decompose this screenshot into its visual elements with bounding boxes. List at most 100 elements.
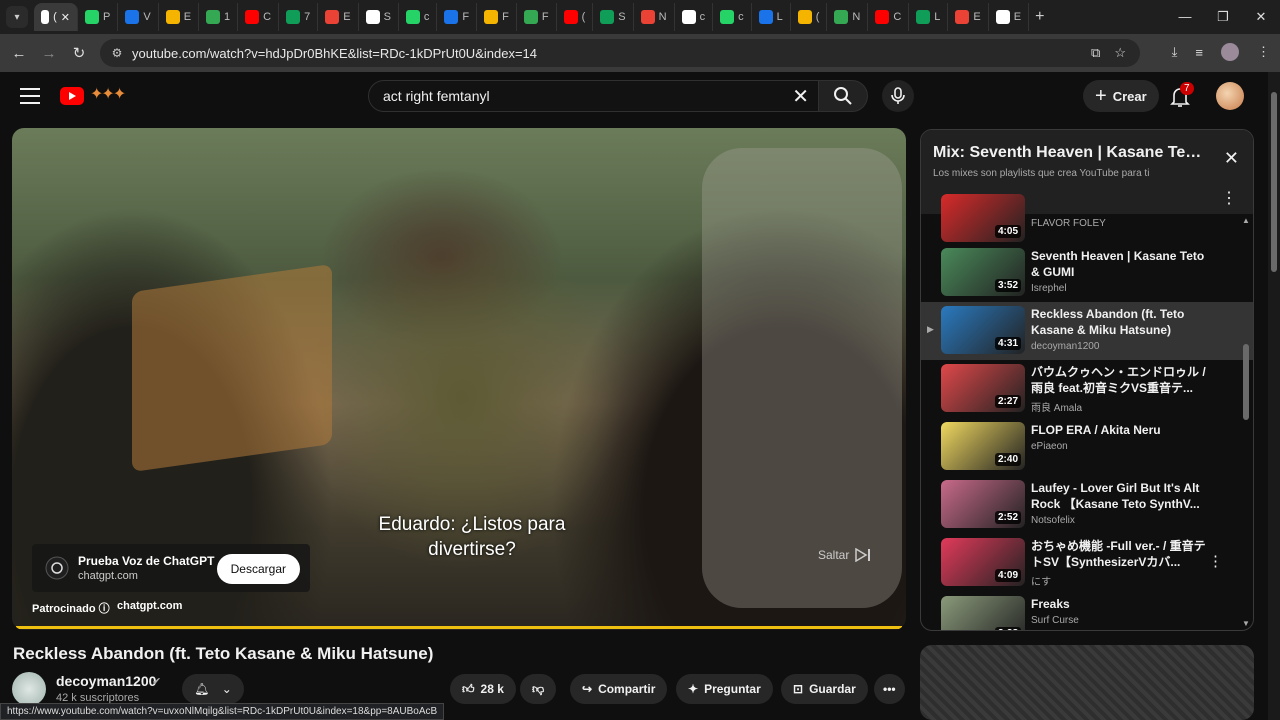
- youtube-logo[interactable]: [60, 87, 84, 105]
- browser-tab[interactable]: N: [827, 3, 869, 31]
- hamburger-menu-icon[interactable]: [20, 88, 40, 104]
- bookmark-star-icon[interactable]: ☆: [1114, 45, 1126, 61]
- playlist-item[interactable]: 4:31 Reckless Abandon (ft. Teto Kasane & …: [921, 302, 1253, 360]
- skip-ad-button[interactable]: Saltar: [818, 548, 871, 562]
- sponsored-domain[interactable]: chatgpt.com: [117, 600, 182, 612]
- playlist-item-channel[interactable]: FLAVOR FOLEY: [1031, 218, 1211, 229]
- search-button[interactable]: [818, 80, 868, 112]
- playlist-item[interactable]: 4:09 おちゃめ機能 -Full ver.- / 重音テトSV【Synthesi…: [921, 534, 1253, 592]
- page-scroll-thumb[interactable]: [1271, 92, 1277, 272]
- playlist-item-channel[interactable]: Isrephel: [1031, 283, 1211, 294]
- like-button[interactable]: 👍︎ 28 k: [450, 674, 516, 704]
- playlist-more-icon[interactable]: ⋮: [1221, 188, 1237, 208]
- playlist-item-thumbnail[interactable]: 4:31: [941, 306, 1025, 354]
- minimize-button[interactable]: —: [1166, 0, 1204, 34]
- forward-button[interactable]: →: [34, 45, 64, 62]
- account-avatar[interactable]: [1216, 82, 1244, 110]
- dislike-button[interactable]: 👎︎: [520, 674, 557, 704]
- close-playlist-icon[interactable]: ✕: [1224, 148, 1239, 169]
- playlist-item[interactable]: 2:52 Laufey - Lover Girl But It's Alt Roc…: [921, 476, 1253, 534]
- browser-tab[interactable]: E: [159, 3, 200, 31]
- maximize-button[interactable]: ❐: [1204, 0, 1242, 34]
- ask-button[interactable]: ✦ Preguntar: [676, 674, 773, 704]
- playlist-item[interactable]: 3:52 Seventh Heaven | Kasane Teto & GUMI I…: [921, 244, 1253, 302]
- create-button[interactable]: + Crear: [1083, 80, 1159, 112]
- playlist-item-title[interactable]: Laufey - Lover Girl But It's Alt Rock 【K…: [1031, 480, 1211, 512]
- subscription-bell-button[interactable]: 🔔︎ ⌄: [182, 674, 244, 704]
- url-text[interactable]: youtube.com/watch?v=hdJpDr0BhKE&list=RDc…: [132, 46, 537, 61]
- ad-overlay[interactable]: Prueba Voz de ChatGPT chatgpt.com Descar…: [32, 544, 310, 592]
- browser-tab[interactable]: F: [437, 3, 478, 31]
- browser-tab[interactable]: N: [634, 3, 675, 31]
- playlist-item-thumbnail[interactable]: 4:09: [941, 538, 1025, 586]
- browser-tab[interactable]: E: [318, 3, 359, 31]
- browser-tab[interactable]: L: [909, 3, 949, 31]
- download-icon[interactable]: ⤓: [1172, 44, 1178, 60]
- playlist-item-thumbnail[interactable]: 2:40: [941, 422, 1025, 470]
- ad-download-button[interactable]: Descargar: [216, 554, 300, 584]
- playlist-scrollbar[interactable]: ▲ ▼: [1242, 214, 1250, 630]
- tab-search-button[interactable]: ▾: [6, 6, 28, 28]
- playlist-item-title[interactable]: バウムクゥヘン・エンドロゥル / 雨良 feat.初音ミクVS重音テ...: [1031, 364, 1211, 396]
- browser-tab[interactable]: V: [118, 3, 159, 31]
- browser-tab[interactable]: 1: [199, 3, 239, 31]
- video-player[interactable]: Eduardo: ¿Listos para divertirse? Prueba…: [12, 128, 906, 630]
- playlist-item-thumbnail[interactable]: 2:52: [941, 480, 1025, 528]
- ad-card-placeholder[interactable]: [920, 645, 1254, 720]
- playlist-item[interactable]: 4:05 FLAVOR FOLEY: [921, 194, 1253, 244]
- playlist-item-channel[interactable]: decoyman1200: [1031, 341, 1211, 352]
- playlist-item-title[interactable]: FLOP ERA / Akita Neru: [1031, 422, 1211, 438]
- save-button[interactable]: ⊡ Guardar: [781, 674, 868, 704]
- browser-tab[interactable]: L: [752, 3, 791, 31]
- doodle-icon[interactable]: ✦✦✦: [90, 84, 126, 104]
- playlist-item-title[interactable]: Freaks: [1031, 596, 1211, 612]
- playlist-item-channel[interactable]: にす: [1031, 573, 1211, 588]
- browser-tab[interactable]: P: [78, 3, 119, 31]
- browser-tab[interactable]: S: [593, 3, 634, 31]
- more-actions-button[interactable]: •••: [874, 674, 905, 704]
- sponsored-label[interactable]: Patrocinado ⓘ: [32, 600, 110, 616]
- profile-avatar[interactable]: [1221, 43, 1239, 61]
- playlist-item-channel[interactable]: ePiaeon: [1031, 441, 1211, 452]
- search-input[interactable]: act right femtanyl ✕: [368, 80, 820, 112]
- playlist-item[interactable]: 2:40 FLOP ERA / Akita Neru ePiaeon: [921, 418, 1253, 476]
- playlist-title[interactable]: Mix: Seventh Heaven | Kasane Teto...: [933, 144, 1203, 162]
- browser-tab[interactable]: 7: [279, 3, 319, 31]
- open-in-app-icon[interactable]: ⧉: [1091, 45, 1100, 61]
- browser-tab[interactable]: S: [359, 3, 399, 31]
- browser-tab[interactable]: E: [948, 3, 989, 31]
- playlist-scroll-thumb[interactable]: [1243, 344, 1249, 420]
- page-scrollbar[interactable]: [1268, 72, 1280, 720]
- clear-search-icon[interactable]: ✕: [792, 84, 809, 109]
- playlist-item-channel[interactable]: Notsofelix: [1031, 515, 1211, 526]
- search-query[interactable]: act right femtanyl: [383, 88, 490, 104]
- browser-tab[interactable]: c: [675, 3, 714, 31]
- voice-search-button[interactable]: [882, 80, 914, 112]
- close-window-button[interactable]: ✕: [1242, 0, 1280, 34]
- playlist-item-more-icon[interactable]: ⋮: [1208, 552, 1223, 570]
- share-button[interactable]: ↪ Compartir: [570, 674, 668, 704]
- playlist-item-title[interactable]: Seventh Heaven | Kasane Teto & GUMI: [1031, 248, 1211, 280]
- playlist-item-channel[interactable]: 雨良 Amala: [1031, 399, 1211, 414]
- playlist-item-title[interactable]: Reckless Abandon (ft. Teto Kasane & Miku…: [1031, 306, 1211, 338]
- browser-tab[interactable]: (: [557, 3, 594, 31]
- browser-tab[interactable]: E: [989, 3, 1030, 31]
- browser-tab[interactable]: (✕: [34, 3, 78, 31]
- new-tab-button[interactable]: +: [1035, 8, 1044, 26]
- scroll-up-icon[interactable]: ▲: [1242, 216, 1250, 225]
- omnibox[interactable]: ⚙ youtube.com/watch?v=hdJpDr0BhKE&list=R…: [100, 39, 1140, 67]
- playlist-item-thumbnail[interactable]: 3:52: [941, 248, 1025, 296]
- browser-tab[interactable]: C: [868, 3, 910, 31]
- playlist-item-thumbnail[interactable]: 2:27: [941, 364, 1025, 412]
- scroll-down-icon[interactable]: ▼: [1242, 619, 1250, 628]
- browser-tab[interactable]: (: [791, 3, 828, 31]
- site-info-icon[interactable]: ⚙: [108, 44, 126, 62]
- back-button[interactable]: ←: [4, 45, 34, 62]
- reload-button[interactable]: ↻: [64, 44, 94, 62]
- browser-tab[interactable]: F: [517, 3, 557, 31]
- playlist-item-thumbnail[interactable]: 4:05: [941, 194, 1025, 242]
- playlist-item-thumbnail[interactable]: 2:28: [941, 596, 1025, 630]
- browser-tab[interactable]: c: [399, 3, 438, 31]
- browser-tab[interactable]: F: [477, 3, 517, 31]
- playlist-item-title[interactable]: おちゃめ機能 -Full ver.- / 重音テトSV【SynthesizerV…: [1031, 538, 1211, 570]
